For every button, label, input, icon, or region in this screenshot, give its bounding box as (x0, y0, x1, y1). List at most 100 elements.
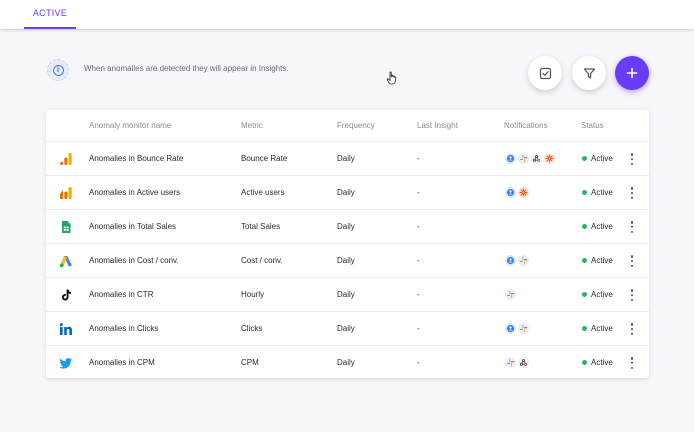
last-insight-cell: - (417, 222, 420, 231)
frequency-cell: Daily (337, 154, 355, 163)
slack-notification-icon (518, 255, 529, 266)
zapier-notification-icon (544, 153, 555, 164)
last-insight-cell: - (417, 154, 420, 163)
monitor-name-cell: Anomalies in Clicks (89, 324, 159, 333)
info-icon: i (52, 64, 64, 76)
table-row[interactable]: Anomalies in CTR Hourly Daily - Active (46, 278, 649, 312)
status-label: Active (591, 222, 613, 231)
info-badge: i (47, 59, 69, 81)
webhook-notification-icon (518, 357, 529, 368)
last-insight-cell: - (417, 188, 420, 197)
slack-notification-icon (518, 153, 529, 164)
add-monitor-button[interactable] (615, 56, 649, 90)
google-ads-icon (59, 254, 73, 268)
status-dot (582, 360, 587, 365)
user-notification-icon (505, 323, 516, 334)
user-notification-icon (505, 255, 516, 266)
user-notification-icon (505, 153, 516, 164)
slack-notification-icon (518, 323, 529, 334)
table-row[interactable]: Anomalies in Cost / conv. Cost / conv. Dai… (46, 244, 649, 278)
tiktok-icon (59, 288, 73, 302)
status-dot (582, 190, 587, 195)
status-label: Active (591, 188, 613, 197)
header-last-insight[interactable]: Last Insight (417, 121, 458, 130)
row-menu-kebab-icon[interactable] (628, 254, 636, 268)
notifications-cell (505, 323, 529, 335)
notifications-cell (505, 187, 529, 199)
table-row[interactable]: Anomalies in Total Sales Total Sales Daily… (46, 210, 649, 244)
frequency-cell: Daily (337, 324, 355, 333)
tab-active[interactable]: ACTIVE (24, 0, 76, 29)
status-label: Active (591, 324, 613, 333)
webhook-notification-icon (531, 153, 542, 164)
header-status[interactable]: Status (581, 121, 604, 130)
hand-cursor-icon (386, 71, 397, 85)
bulk-select-button[interactable] (528, 56, 562, 90)
status-label: Active (591, 154, 613, 163)
metric-cell: CPM (241, 358, 259, 367)
checklist-icon (539, 67, 551, 79)
table-row[interactable]: Anomalies in Active users Active users Dai… (46, 176, 649, 210)
header-frequency[interactable]: Frequency (337, 121, 375, 130)
twitter-icon (59, 356, 73, 370)
frequency-cell: Daily (337, 290, 355, 299)
slack-notification-icon (505, 357, 516, 368)
frequency-cell: Daily (337, 222, 355, 231)
monitor-name-cell: Anomalies in Bounce Rate (89, 154, 184, 163)
status-badge: Active (582, 222, 613, 231)
row-menu-kebab-icon[interactable] (628, 152, 636, 166)
notifications-cell (505, 357, 529, 369)
table-row[interactable]: Anomalies in Clicks Clicks Daily - Active (46, 312, 649, 346)
status-badge: Active (582, 188, 613, 197)
user-notification-icon (505, 187, 516, 198)
table-header: Anomaly monitor name Metric Frequency La… (46, 110, 649, 142)
status-label: Active (591, 256, 613, 265)
status-badge: Active (582, 358, 613, 367)
filter-icon (583, 67, 595, 79)
status-badge: Active (582, 290, 613, 299)
table-row[interactable]: Anomalies in CPM CPM Daily - Active (46, 346, 649, 380)
notifications-cell (505, 255, 529, 267)
status-dot (582, 224, 587, 229)
monitor-name-cell: Anomalies in Total Sales (89, 222, 177, 231)
last-insight-cell: - (417, 324, 420, 333)
zapier-notification-icon (518, 187, 529, 198)
metric-cell: Cost / conv. (241, 256, 283, 265)
metric-cell: Active users (241, 188, 285, 197)
header-name[interactable]: Anomaly monitor name (89, 121, 171, 130)
info-message: When anomalies are detected they will ap… (84, 64, 289, 73)
table-row[interactable]: Anomalies in Bounce Rate Bounce Rate Daily… (46, 142, 649, 176)
linkedin-icon (59, 322, 73, 336)
status-dot (582, 326, 587, 331)
status-badge: Active (582, 324, 613, 333)
header-metric[interactable]: Metric (241, 121, 263, 130)
monitor-name-cell: Anomalies in CPM (89, 358, 155, 367)
slack-notification-icon (505, 289, 516, 300)
status-dot (582, 258, 587, 263)
row-menu-kebab-icon[interactable] (628, 288, 636, 302)
row-menu-kebab-icon[interactable] (628, 356, 636, 370)
row-menu-kebab-icon[interactable] (628, 322, 636, 336)
google-sheets-icon (59, 220, 73, 234)
top-tab-bar: ACTIVE (0, 0, 694, 29)
monitor-name-cell: Anomalies in Active users (89, 188, 181, 197)
plus-icon (626, 67, 638, 79)
monitor-name-cell: Anomalies in Cost / conv. (89, 256, 179, 265)
metric-cell: Total Sales (241, 222, 281, 231)
metric-cell: Bounce Rate (241, 154, 288, 163)
notifications-cell (505, 153, 555, 165)
status-label: Active (591, 290, 613, 299)
status-dot (582, 292, 587, 297)
header-notifications[interactable]: Notifications (504, 121, 548, 130)
row-menu-kebab-icon[interactable] (628, 186, 636, 200)
status-label: Active (591, 358, 613, 367)
status-badge: Active (582, 256, 613, 265)
last-insight-cell: - (417, 358, 420, 367)
filter-button[interactable] (572, 56, 606, 90)
status-badge: Active (582, 154, 613, 163)
frequency-cell: Daily (337, 256, 355, 265)
notifications-cell (505, 289, 516, 301)
google-analytics-4-icon (59, 186, 73, 200)
frequency-cell: Daily (337, 358, 355, 367)
row-menu-kebab-icon[interactable] (628, 220, 636, 234)
